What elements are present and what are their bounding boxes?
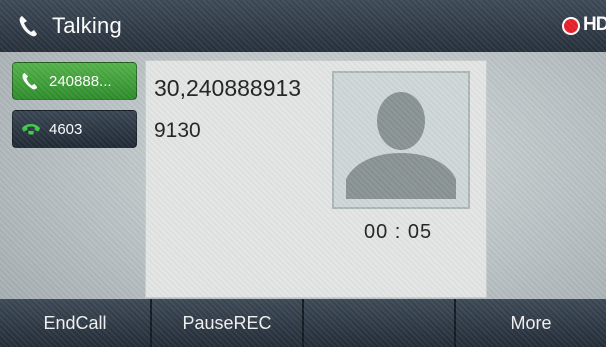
recording-indicator-icon bbox=[562, 17, 580, 35]
pause-recording-button[interactable]: PauseREC bbox=[152, 299, 304, 347]
end-call-button[interactable]: EndCall bbox=[0, 299, 152, 347]
softkey-bar: EndCall PauseREC More bbox=[0, 299, 606, 347]
phone-handset-icon bbox=[21, 72, 43, 90]
call-timer: 00 : 05 bbox=[364, 221, 433, 243]
more-button[interactable]: More bbox=[456, 299, 606, 347]
contact-avatar-icon bbox=[332, 71, 470, 209]
empty-softkey[interactable] bbox=[304, 299, 456, 347]
call-item-label: 4603 bbox=[49, 120, 83, 138]
call-detail-panel: 30,240888913 9130 00 : 05 bbox=[145, 60, 487, 298]
call-status-title: Talking bbox=[52, 13, 122, 38]
call-item-held[interactable]: 4603 bbox=[12, 110, 137, 148]
phone-handset-icon bbox=[18, 13, 40, 39]
status-bar: Talking HD bbox=[0, 0, 606, 52]
caller-number: 30,240888913 bbox=[154, 75, 302, 101]
phone-screen: Talking HD 240888... 4603 30,240888913 9… bbox=[0, 0, 606, 347]
phone-held-icon bbox=[21, 122, 43, 136]
caller-extension: 9130 bbox=[154, 119, 201, 142]
call-item-active[interactable]: 240888... bbox=[12, 62, 137, 100]
hd-badge: HD bbox=[583, 14, 606, 35]
call-item-label: 240888... bbox=[49, 72, 112, 90]
